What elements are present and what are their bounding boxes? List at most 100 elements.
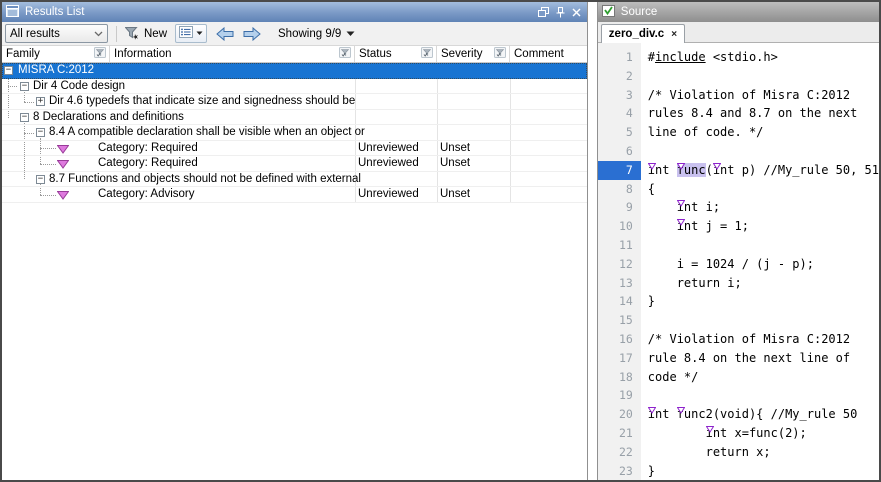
violation-marker-icon[interactable] (648, 157, 656, 176)
column-header-family[interactable]: Family (2, 46, 110, 62)
code-line[interactable]: return x; (648, 443, 879, 462)
column-filter-icon[interactable] (339, 47, 351, 61)
code-line[interactable]: rules 8.4 and 8.7 on the next (648, 104, 879, 123)
code-line[interactable]: int func2(void){ //My_rule 50 (648, 405, 879, 424)
violation-marker-icon[interactable] (706, 420, 714, 439)
float-window-icon[interactable] (538, 7, 549, 17)
column-filter-icon[interactable] (94, 47, 106, 61)
result-severity: Unset (440, 157, 470, 169)
results-column-header: Family Information Status Severity (2, 46, 587, 63)
tree-row[interactable]: −MISRA C:2012 (2, 63, 587, 79)
violation-marker-icon[interactable] (677, 401, 685, 420)
tree-row[interactable]: −8.4 A compatible declaration shall be v… (2, 125, 587, 141)
collapse-icon[interactable]: − (20, 82, 29, 91)
code-line[interactable] (648, 67, 879, 86)
code-line[interactable]: int x=func(2); (648, 424, 879, 443)
column-header-information[interactable]: Information (110, 46, 355, 62)
panel-splitter[interactable] (588, 2, 597, 480)
tree-row[interactable]: + Dir 4.6 typedefs that indicate size and… (2, 94, 587, 110)
tree-row[interactable]: −8.7 Functions and objects should not be… (2, 172, 587, 188)
line-number: 10 (598, 217, 641, 236)
results-list-panel: Results List All results (2, 2, 588, 480)
misra-check-icon (57, 145, 69, 157)
collapse-icon[interactable]: − (4, 66, 13, 75)
violation-marker-icon[interactable] (648, 401, 656, 420)
results-filter-value: All results (10, 28, 60, 40)
results-toolbar: All results New Showing 9/9 (2, 22, 587, 46)
result-status: Unreviewed (358, 157, 419, 169)
showing-dropdown[interactable]: Showing 9/9 (278, 28, 355, 40)
tree-row-label: 8.7 Functions and objects should not be … (49, 173, 361, 185)
code-area: #include <stdio.h> /* Violation of Misra … (641, 43, 879, 480)
results-list-titlebar: Results List (2, 2, 587, 22)
result-information: Category: Advisory (98, 188, 195, 200)
code-line[interactable]: } (648, 462, 879, 480)
tree-row-label: 8.4 A compatible declaration shall be vi… (49, 126, 365, 138)
tree-row-label: Dir 4.6 typedefs that indicate size and … (49, 95, 355, 107)
violation-marker-icon[interactable] (677, 213, 685, 232)
code-line[interactable]: return i; (648, 274, 879, 293)
tab-zero-div-c[interactable]: zero_div.c × (601, 24, 685, 43)
line-number: 20 (598, 405, 641, 424)
code-line[interactable]: int j = 1; (648, 217, 879, 236)
line-number: 3 (598, 86, 641, 105)
tree-row-label: Dir 4 Code design (33, 80, 125, 92)
line-number: 9 (598, 198, 641, 217)
code-line[interactable]: } (648, 292, 879, 311)
column-header-severity[interactable]: Severity (437, 46, 510, 62)
code-line[interactable]: /* Violation of Misra C:2012 (648, 86, 879, 105)
source-check-icon (602, 5, 615, 20)
result-information: Category: Required (98, 157, 198, 169)
next-result-icon[interactable] (243, 27, 261, 41)
collapse-icon[interactable]: − (20, 113, 29, 122)
previous-result-icon[interactable] (216, 27, 234, 41)
tab-close-icon[interactable]: × (671, 29, 677, 40)
column-header-status[interactable]: Status (355, 46, 437, 62)
line-number-gutter: 1234567891011121314151617181920212223 (598, 43, 641, 480)
line-number: 12 (598, 255, 641, 274)
line-number: 17 (598, 349, 641, 368)
tab-label: zero_div.c (609, 28, 664, 40)
code-line[interactable]: i = 1024 / (j - p); (648, 255, 879, 274)
results-tree: −MISRA C:2012−Dir 4 Code design+Dir 4.6 … (2, 63, 587, 480)
tree-row[interactable]: −8 Declarations and definitions (2, 110, 587, 126)
results-list-icon (6, 5, 19, 20)
violation-marker-icon[interactable] (677, 194, 685, 213)
collapse-icon[interactable]: − (36, 175, 45, 184)
close-icon[interactable] (572, 8, 581, 17)
code-line[interactable] (648, 311, 879, 330)
column-filter-icon[interactable] (421, 47, 433, 61)
source-panel: Source zero_div.c × 12345678910111213141… (597, 2, 879, 480)
code-line[interactable]: rule 8.4 on the next line of (648, 349, 879, 368)
code-line[interactable]: #include <stdio.h> (648, 48, 879, 67)
view-menu-button[interactable] (175, 24, 207, 43)
result-severity: Unset (440, 188, 470, 200)
line-number: 2 (598, 67, 641, 86)
code-line[interactable]: line of code. */ (648, 123, 879, 142)
code-line[interactable]: code */ (648, 368, 879, 387)
results-filter-dropdown[interactable]: All results (5, 24, 108, 43)
violation-marker-icon[interactable] (713, 157, 721, 176)
result-row[interactable]: Category: Required Unreviewed Unset (2, 156, 587, 172)
line-number: 23 (598, 462, 641, 480)
view-menu-icon (179, 26, 193, 41)
tree-row[interactable]: −Dir 4 Code design (2, 79, 587, 95)
showing-label: Showing 9/9 (278, 28, 341, 40)
code-line[interactable]: int func(int p) //My_rule 50, 51 (648, 161, 879, 180)
result-row[interactable]: Category: AdvisoryUnreviewedUnset (2, 187, 587, 203)
line-number: 16 (598, 330, 641, 349)
filter-new-icon[interactable] (125, 27, 139, 40)
column-filter-icon[interactable] (494, 47, 506, 61)
tree-row-label: 8 Declarations and definitions (33, 111, 184, 123)
collapse-icon[interactable]: − (36, 128, 45, 137)
code-line[interactable]: /* Violation of Misra C:2012 (648, 330, 879, 349)
code-line[interactable] (648, 236, 879, 255)
violation-marker-icon[interactable] (677, 157, 685, 176)
pin-icon[interactable] (556, 7, 565, 18)
misra-check-icon (57, 160, 69, 172)
result-row[interactable]: Category: RequiredUnreviewedUnset (2, 141, 587, 157)
result-status: Unreviewed (358, 142, 419, 154)
expand-icon[interactable]: + (36, 97, 45, 106)
line-number: 21 (598, 424, 641, 443)
column-header-comment[interactable]: Comment (510, 46, 587, 62)
